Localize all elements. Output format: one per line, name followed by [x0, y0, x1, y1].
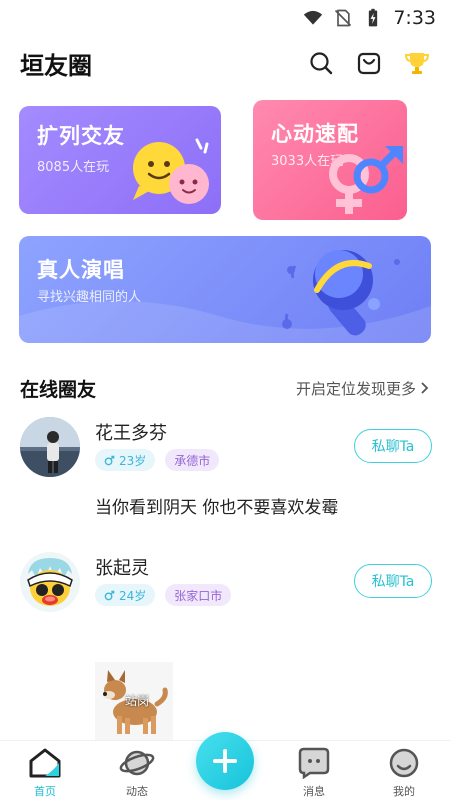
avatar[interactable]	[20, 417, 80, 477]
nav-item-profile[interactable]: 我的	[374, 747, 434, 800]
profile-icon	[389, 748, 419, 778]
user-name: 花王多芬	[95, 423, 167, 444]
page-title: 垣友圈	[20, 51, 92, 80]
online-friends-header: 在线圈友 开启定位发现更多	[20, 372, 430, 404]
home-icon	[29, 748, 61, 778]
male-icon	[104, 590, 115, 600]
card-title: 扩列交友	[37, 124, 125, 148]
microphone-icon	[282, 250, 400, 336]
age-value: 23岁	[119, 453, 147, 468]
nav-label: 首页	[34, 785, 56, 798]
nav-label: 动态	[126, 785, 148, 798]
nav-label: 我的	[393, 785, 415, 798]
user-tags: 23岁 承德市	[95, 449, 220, 471]
age-value: 24岁	[119, 588, 147, 603]
nav-item-home[interactable]: 首页	[15, 747, 75, 800]
plus-icon	[213, 749, 237, 773]
live-singing-card[interactable]: 真人演唱 寻找兴趣相同的人	[19, 236, 431, 343]
avatar[interactable]	[20, 552, 80, 612]
enable-location-link[interactable]: 开启定位发现更多	[296, 378, 430, 399]
no-sim-icon	[335, 9, 352, 27]
status-bar: 7:33	[0, 0, 450, 36]
app-header: 垣友圈	[0, 40, 450, 86]
user-list-item[interactable]: 花王多芬 23岁 承德市 私聊Ta 当你看到阴天 你也不要喜欢发霉	[20, 417, 432, 527]
age-tag: 23岁	[95, 449, 156, 471]
photo-caption: 站岗	[125, 694, 150, 708]
planet-icon	[119, 750, 155, 776]
clock: 7:33	[393, 7, 436, 29]
user-post-text: 当你看到阴天 你也不要喜欢发霉	[95, 498, 339, 518]
wifi-icon	[304, 10, 323, 25]
heart-match-card[interactable]: 心动速配 3033人在玩	[253, 100, 407, 220]
message-icon	[298, 747, 330, 779]
city-tag: 承德市	[165, 449, 220, 471]
add-post-button[interactable]	[196, 732, 254, 790]
section-title: 在线圈友	[20, 378, 97, 401]
battery-charging-icon	[369, 8, 378, 27]
chevron-right-icon	[421, 382, 429, 394]
male-icon	[104, 455, 115, 465]
age-tag: 24岁	[95, 584, 156, 606]
shop-bag-icon[interactable]	[356, 50, 382, 76]
search-icon[interactable]	[308, 50, 334, 76]
link-label: 开启定位发现更多	[295, 379, 416, 398]
nav-item-feed[interactable]: 动态	[107, 747, 167, 800]
city-tag: 张家口市	[165, 584, 232, 606]
trophy-icon[interactable]	[404, 50, 430, 76]
avatar-photo	[20, 417, 80, 477]
avatar-cartoon	[20, 552, 80, 612]
private-chat-button[interactable]: 私聊Ta	[354, 429, 432, 463]
user-tags: 24岁 张家口市	[95, 584, 232, 606]
nav-item-messages[interactable]: 消息	[284, 747, 344, 800]
emoji-bubbles-icon	[133, 138, 209, 204]
user-list-item[interactable]: 张起灵 24岁 张家口市 私聊Ta	[20, 552, 432, 652]
post-image[interactable]: 站岗	[95, 662, 173, 740]
nav-label: 消息	[303, 785, 325, 798]
expand-friends-card[interactable]: 扩列交友 8085人在玩	[19, 106, 221, 214]
card-subtitle: 8085人在玩	[37, 160, 110, 175]
private-chat-button[interactable]: 私聊Ta	[354, 564, 432, 598]
gender-symbols-icon	[329, 146, 403, 214]
user-name: 张起灵	[95, 558, 149, 579]
